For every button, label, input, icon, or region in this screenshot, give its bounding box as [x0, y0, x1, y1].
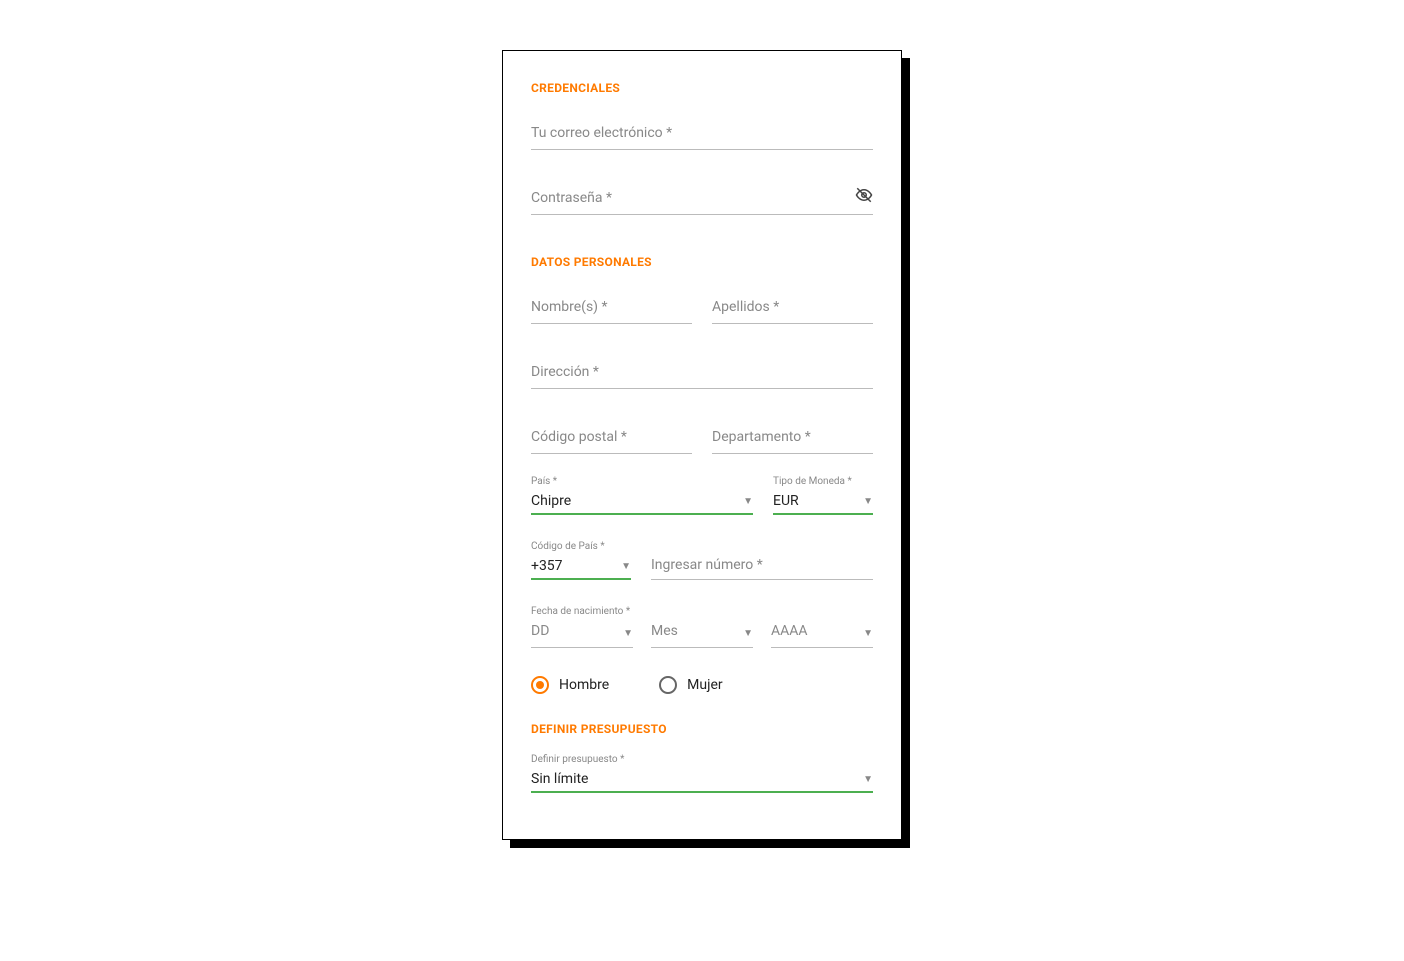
direccion-label: Dirección * — [531, 364, 873, 388]
dia-select[interactable]: DD ▼ — [531, 623, 633, 648]
moneda-label: Tipo de Moneda * — [773, 476, 873, 493]
registration-form: CREDENCIALES Tu correo electrónico * Con… — [502, 50, 902, 840]
anio-placeholder: AAAA — [771, 623, 808, 643]
anio-select[interactable]: AAAA ▼ — [771, 623, 873, 648]
eye-off-icon[interactable] — [855, 186, 873, 208]
radio-unselected-icon — [659, 676, 677, 694]
name-row: Nombre(s) * Apellidos * — [531, 299, 873, 324]
pais-select[interactable]: Chipre ▼ — [531, 493, 753, 515]
email-label: Tu correo electrónico * — [531, 125, 873, 149]
email-input[interactable]: Tu correo electrónico * — [531, 125, 873, 150]
mes-select[interactable]: Mes ▼ — [651, 623, 753, 648]
apellidos-input[interactable]: Apellidos * — [712, 299, 873, 324]
departamento-label: Departamento * — [712, 429, 873, 453]
caret-down-icon: ▼ — [863, 774, 873, 785]
caret-down-icon: ▼ — [621, 561, 631, 572]
presupuesto-label: Definir presupuesto * — [531, 754, 873, 771]
caret-down-icon: ▼ — [863, 628, 873, 639]
dia-placeholder: DD — [531, 623, 549, 643]
pais-label: País * — [531, 476, 753, 493]
caret-down-icon: ▼ — [863, 496, 873, 507]
presupuesto-wrapper: Definir presupuesto * Sin límite ▼ — [531, 754, 873, 793]
section-title-presupuesto: DEFINIR PRESUPUESTO — [531, 722, 873, 736]
moneda-value: EUR — [773, 493, 799, 509]
password-label: Contraseña * — [531, 190, 873, 214]
pais-moneda-row: País * Chipre ▼ Tipo de Moneda * EUR ▼ — [531, 476, 873, 515]
radio-hombre-label: Hombre — [559, 677, 609, 693]
radio-selected-icon — [531, 676, 549, 694]
presupuesto-value: Sin límite — [531, 771, 588, 787]
codigo-postal-input[interactable]: Código postal * — [531, 429, 692, 454]
fecha-wrapper: Fecha de nacimiento * DD ▼ Mes ▼ AAAA ▼ — [531, 606, 873, 648]
numero-input[interactable]: Ingresar número * — [651, 557, 873, 580]
direccion-field-wrapper: Dirección * — [531, 364, 873, 389]
nombres-input[interactable]: Nombre(s) * — [531, 299, 692, 324]
fecha-label: Fecha de nacimiento * — [531, 606, 873, 623]
codigo-pais-select[interactable]: +357 ▼ — [531, 558, 631, 580]
direccion-input[interactable]: Dirección * — [531, 364, 873, 389]
departamento-input[interactable]: Departamento * — [712, 429, 873, 454]
codigo-pais-value: +357 — [531, 558, 563, 574]
gender-row: Hombre Mujer — [531, 676, 873, 694]
caret-down-icon: ▼ — [623, 628, 633, 639]
section-title-datos: DATOS PERSONALES — [531, 255, 873, 269]
pais-value: Chipre — [531, 493, 571, 509]
nombres-label: Nombre(s) * — [531, 299, 692, 323]
caret-down-icon: ▼ — [743, 628, 753, 639]
password-field-wrapper: Contraseña * — [531, 190, 873, 215]
section-title-credenciales: CREDENCIALES — [531, 81, 873, 95]
moneda-select[interactable]: EUR ▼ — [773, 493, 873, 515]
mes-placeholder: Mes — [651, 623, 678, 643]
radio-mujer[interactable]: Mujer — [659, 676, 722, 694]
postal-dept-row: Código postal * Departamento * — [531, 429, 873, 454]
codigo-postal-label: Código postal * — [531, 429, 692, 453]
email-field-wrapper: Tu correo electrónico * — [531, 125, 873, 150]
password-input[interactable]: Contraseña * — [531, 190, 873, 215]
radio-hombre[interactable]: Hombre — [531, 676, 609, 694]
radio-mujer-label: Mujer — [687, 677, 722, 693]
numero-label: Ingresar número * — [651, 557, 873, 579]
phone-row: Código de País * +357 ▼ Ingresar número … — [531, 541, 873, 580]
apellidos-label: Apellidos * — [712, 299, 873, 323]
caret-down-icon: ▼ — [743, 496, 753, 507]
presupuesto-select[interactable]: Sin límite ▼ — [531, 771, 873, 793]
codigo-pais-label: Código de País * — [531, 541, 631, 558]
